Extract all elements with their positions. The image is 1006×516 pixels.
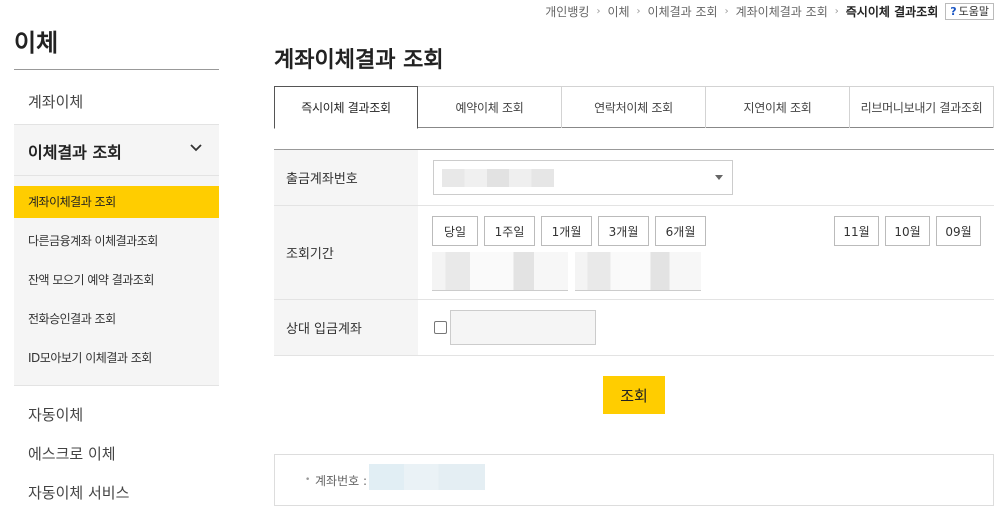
chevron-right-icon: › bbox=[636, 5, 641, 17]
tab-scheduled-transfer[interactable]: 예약이체 조회 bbox=[418, 86, 562, 128]
breadcrumb: 개인뱅킹 › 이체 › 이체결과 조회 › 계좌이체결과 조회 › 즉시이체 결… bbox=[545, 2, 994, 20]
sidebar: 이체 계좌이체 이체결과 조회 계좌이체결과 조회 다른금융계좌 이체결과조회 … bbox=[14, 0, 219, 516]
period-6month-button[interactable]: 6개월 bbox=[655, 216, 706, 246]
chevron-right-icon: › bbox=[834, 5, 839, 17]
breadcrumb-item-personal-banking[interactable]: 개인뱅킹 bbox=[545, 3, 589, 20]
sidebar-item-auto-transfer-service[interactable]: 자동이체 서비스 bbox=[28, 482, 129, 503]
tab-contact-transfer[interactable]: 연락처이체 조회 bbox=[562, 86, 706, 128]
search-form: 출금계좌번호 조회기간 당일 1주일 1개월 3개월 6개월 11월 10월 0… bbox=[274, 149, 994, 356]
breadcrumb-current: 즉시이체 결과조회 bbox=[845, 4, 939, 19]
period-1week-button[interactable]: 1주일 bbox=[484, 216, 535, 246]
sidebar-subitem-other-bank-result[interactable]: 다른금융계좌 이체결과조회 bbox=[28, 232, 158, 249]
sidebar-subitem-balance-collect-result[interactable]: 잔액 모으기 예약 결과조회 bbox=[28, 271, 154, 288]
period-3month-button[interactable]: 3개월 bbox=[598, 216, 649, 246]
sidebar-subitem-account-transfer-result[interactable]: 계좌이체결과 조회 bbox=[14, 186, 219, 218]
sidebar-subitem-id-view-result[interactable]: ID모아보기 이체결과 조회 bbox=[28, 349, 152, 366]
start-date-input[interactable] bbox=[432, 252, 568, 290]
tab-bar: 즉시이체 결과조회 예약이체 조회 연락처이체 조회 지연이체 조회 리브머니보… bbox=[274, 86, 994, 129]
chevron-down-icon[interactable] bbox=[189, 141, 203, 155]
period-label: 조회기간 bbox=[274, 206, 418, 299]
period-1month-button[interactable]: 1개월 bbox=[541, 216, 592, 246]
account-label: 출금계좌번호 bbox=[274, 150, 418, 205]
sidebar-item-account-transfer[interactable]: 계좌이체 bbox=[28, 91, 83, 112]
result-info-box: • 계좌번호 : bbox=[274, 454, 994, 506]
breadcrumb-item-transfer[interactable]: 이체 bbox=[607, 3, 629, 20]
divider bbox=[14, 175, 219, 176]
account-select[interactable] bbox=[433, 160, 733, 195]
sidebar-group-transfer-result: 이체결과 조회 계좌이체결과 조회 다른금융계좌 이체결과조회 잔액 모으기 예… bbox=[14, 124, 219, 386]
sidebar-subitem-phone-approval-result[interactable]: 전화승인결과 조회 bbox=[28, 310, 116, 327]
month-11-button[interactable]: 11월 bbox=[834, 216, 879, 246]
form-row-account: 출금계좌번호 bbox=[274, 150, 994, 206]
chevron-right-icon: › bbox=[724, 5, 729, 17]
sidebar-title: 이체 bbox=[14, 29, 59, 57]
help-button[interactable]: ? 도움말 bbox=[945, 2, 994, 20]
counterparty-account-input[interactable] bbox=[450, 310, 596, 345]
period-today-button[interactable]: 당일 bbox=[432, 216, 478, 246]
search-button[interactable]: 조회 bbox=[603, 376, 665, 414]
breadcrumb-item-account-transfer-result[interactable]: 계좌이체결과 조회 bbox=[736, 3, 828, 20]
counterparty-label: 상대 입금계좌 bbox=[274, 300, 418, 355]
sidebar-group-label[interactable]: 이체결과 조회 bbox=[28, 139, 122, 163]
bullet-icon: • bbox=[305, 475, 311, 485]
month-10-button[interactable]: 10월 bbox=[885, 216, 930, 246]
tab-instant-transfer-result[interactable]: 즉시이체 결과조회 bbox=[274, 86, 418, 129]
help-label: 도움말 bbox=[958, 5, 989, 18]
breadcrumb-item-transfer-result[interactable]: 이체결과 조회 bbox=[648, 3, 718, 20]
page-title: 계좌이체결과 조회 bbox=[274, 48, 444, 73]
tab-liiv-money-result[interactable]: 리브머니보내기 결과조회 bbox=[850, 86, 994, 128]
tab-delayed-transfer[interactable]: 지연이체 조회 bbox=[706, 86, 850, 128]
form-row-counterparty: 상대 입금계좌 bbox=[274, 300, 994, 356]
end-date-input[interactable] bbox=[575, 252, 701, 290]
counterparty-checkbox[interactable] bbox=[434, 321, 447, 334]
question-icon: ? bbox=[950, 4, 957, 18]
dropdown-arrow-icon bbox=[715, 175, 723, 180]
divider bbox=[14, 69, 219, 70]
divider bbox=[432, 290, 568, 291]
sidebar-item-auto-transfer[interactable]: 자동이체 bbox=[28, 404, 83, 425]
chevron-right-icon: › bbox=[596, 5, 601, 17]
sidebar-item-escrow-transfer[interactable]: 에스크로 이체 bbox=[28, 443, 116, 464]
form-row-period: 조회기간 당일 1주일 1개월 3개월 6개월 11월 10월 09월 bbox=[274, 206, 994, 300]
result-account-label: 계좌번호 : bbox=[315, 474, 368, 488]
divider bbox=[575, 290, 701, 291]
month-09-button[interactable]: 09월 bbox=[936, 216, 981, 246]
masked-account-number bbox=[442, 169, 554, 187]
masked-result-account-number bbox=[369, 464, 485, 490]
